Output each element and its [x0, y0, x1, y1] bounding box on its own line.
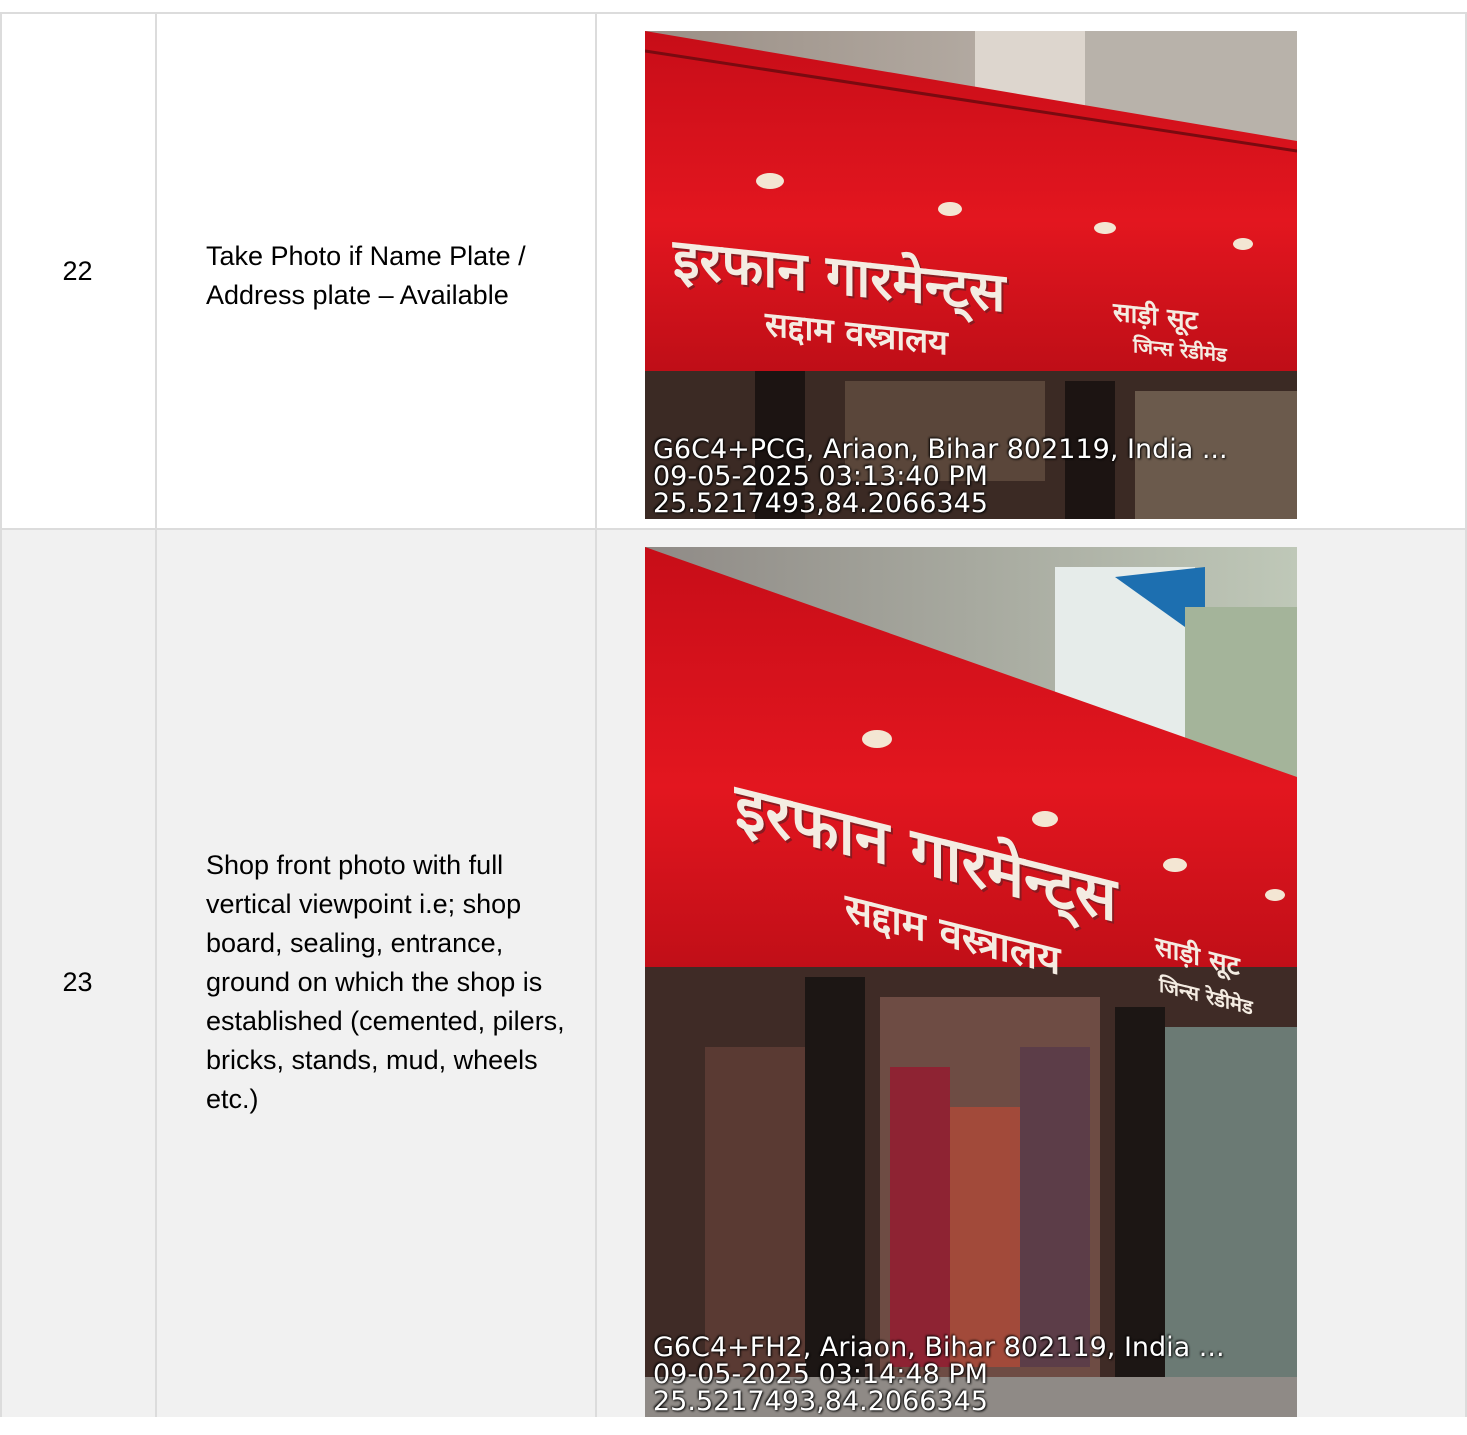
row-number: 22 — [62, 255, 93, 286]
column-divider — [595, 13, 597, 1417]
row-description: Take Photo if Name Plate / Address plate… — [206, 241, 526, 310]
photo-geotag-stamp: G6C4+FH2, Ariaon, Bihar 802119, India ..… — [653, 1334, 1225, 1415]
table-border-left — [0, 13, 2, 1417]
row-description-cell: Take Photo if Name Plate / Address plate… — [206, 13, 586, 539]
geotag-coordinates: 25.5217493,84.2066345 — [653, 488, 988, 519]
geotag-address: G6C4+FH2, Ariaon, Bihar 802119, India ..… — [653, 1332, 1225, 1363]
geotag-datetime: 09-05-2025 03:13:40 PM — [653, 461, 988, 492]
table-row: 22 Take Photo if Name Plate / Address pl… — [0, 13, 1467, 529]
photo-geotag-stamp: G6C4+PCG, Ariaon, Bihar 802119, India ..… — [653, 436, 1228, 517]
table-row: 23 Shop front photo with full vertical v… — [0, 529, 1467, 1417]
row-number: 23 — [62, 966, 93, 997]
shop-front-photo: इरफान गारमेन्ट्स सद्दाम वस्त्रालय साड़ी … — [645, 547, 1297, 1417]
geotag-datetime: 09-05-2025 03:14:48 PM — [653, 1359, 988, 1390]
table-border-top — [0, 12, 1467, 14]
geotag-address: G6C4+PCG, Ariaon, Bihar 802119, India ..… — [653, 434, 1228, 465]
row-divider — [0, 528, 1467, 530]
row-number-cell: 23 — [0, 529, 155, 1435]
row-description: Shop front photo with full vertical view… — [206, 849, 565, 1114]
name-plate-photo: इरफान गारमेन्ट्स सद्दाम वस्त्रालय साड़ी … — [645, 31, 1297, 519]
column-divider — [155, 13, 157, 1417]
row-description-cell: Shop front photo with full vertical view… — [206, 529, 586, 1435]
geotag-coordinates: 25.5217493,84.2066345 — [653, 1386, 988, 1417]
row-number-cell: 22 — [0, 13, 155, 529]
checklist-table: 22 Take Photo if Name Plate / Address pl… — [0, 0, 1467, 1417]
